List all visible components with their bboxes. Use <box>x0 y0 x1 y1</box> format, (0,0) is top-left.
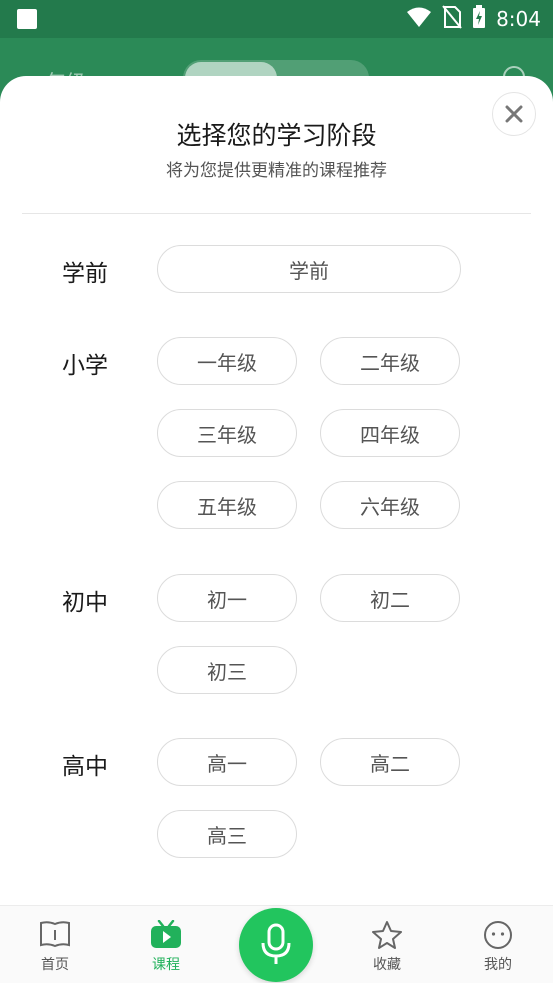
option-senior-2[interactable]: 高二 <box>320 738 460 786</box>
option-grade-3[interactable]: 三年级 <box>157 409 297 457</box>
mic-icon <box>261 923 291 964</box>
option-senior-3[interactable]: 高三 <box>157 810 297 858</box>
nav-favorites-label: 收藏 <box>373 957 401 973</box>
star-icon <box>371 920 403 954</box>
status-icons: 8:04 <box>406 5 541 33</box>
divider <box>22 213 531 214</box>
option-junior-1[interactable]: 初一 <box>157 574 297 622</box>
book-icon <box>39 920 71 952</box>
section-label-preschool: 学前 <box>62 261 108 287</box>
nav-courses-label: 课程 <box>152 957 180 973</box>
option-junior-3[interactable]: 初三 <box>157 646 297 694</box>
smiley-icon <box>483 920 513 954</box>
option-grade-4[interactable]: 四年级 <box>320 409 460 457</box>
sheet-title: 选择您的学习阶段 <box>176 121 377 150</box>
option-senior-1[interactable]: 高一 <box>157 738 297 786</box>
status-time: 8:04 <box>496 7 541 31</box>
wifi-icon <box>406 6 432 32</box>
option-preschool[interactable]: 学前 <box>157 245 461 293</box>
voice-search-button[interactable] <box>239 908 313 982</box>
option-grade-1[interactable]: 一年级 <box>157 337 297 385</box>
nav-home-label: 首页 <box>41 957 69 973</box>
notification-square-icon <box>17 9 37 29</box>
bottom-nav: 首页 课程 收藏 我的 <box>0 905 553 983</box>
nav-profile-label: 我的 <box>484 957 512 973</box>
section-label-senior-high: 高中 <box>62 754 108 780</box>
section-label-primary: 小学 <box>62 353 108 379</box>
nav-favorites[interactable]: 收藏 <box>332 906 442 983</box>
nav-profile[interactable]: 我的 <box>443 906 553 983</box>
option-grade-5[interactable]: 五年级 <box>157 481 297 529</box>
tv-play-icon <box>150 919 182 954</box>
stage-selection-sheet: 选择您的学习阶段 将为您提供更精准的课程推荐 学前 学前 小学 一年级 二年级 … <box>0 76 553 983</box>
section-label-junior-high: 初中 <box>62 590 108 616</box>
battery-charging-icon <box>472 5 486 33</box>
option-grade-2[interactable]: 二年级 <box>320 337 460 385</box>
option-junior-2[interactable]: 初二 <box>320 574 460 622</box>
no-sim-icon <box>442 5 462 33</box>
nav-home[interactable]: 首页 <box>0 906 110 983</box>
status-bar: 8:04 <box>0 0 553 38</box>
nav-courses[interactable]: 课程 <box>111 906 221 983</box>
sheet-subtitle: 将为您提供更精准的课程推荐 <box>166 161 387 181</box>
option-grade-6[interactable]: 六年级 <box>320 481 460 529</box>
